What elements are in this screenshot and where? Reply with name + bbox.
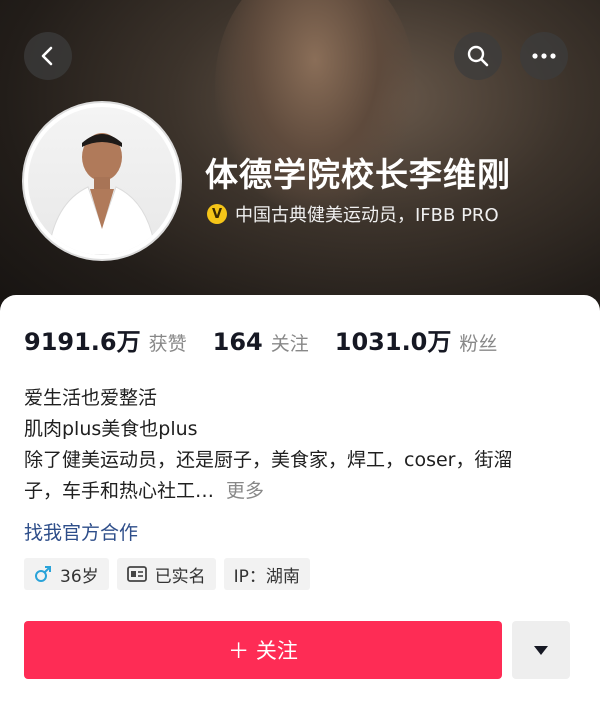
bio-more-link[interactable]: 更多 bbox=[226, 480, 264, 502]
following-label: 关注 bbox=[270, 333, 309, 355]
profile-tags: 36岁 已实名 IP：湖南 bbox=[24, 558, 318, 590]
follow-label: ＋ 关注 bbox=[228, 639, 298, 663]
ip-tag: IP：湖南 bbox=[223, 558, 310, 590]
followers-label: 粉丝 bbox=[459, 333, 498, 355]
search-button[interactable] bbox=[454, 32, 502, 80]
age-tag: 36岁 bbox=[24, 558, 109, 590]
more-horizontal-icon bbox=[532, 53, 556, 59]
bio-line: 肌肉plus美食也plus bbox=[24, 418, 198, 440]
cooperation-link[interactable]: 找我官方合作 bbox=[24, 518, 138, 545]
avatar-image bbox=[28, 107, 176, 255]
bio-line: 除了健美运动员，还是厨子，美食家，焊工，coser，街溜 bbox=[24, 449, 513, 471]
likes-label: 获赞 bbox=[148, 333, 187, 355]
following-count[interactable]: 164 bbox=[213, 328, 263, 356]
follow-button[interactable]: ＋ 关注 bbox=[24, 621, 502, 679]
ip-text: IP：湖南 bbox=[233, 566, 300, 587]
bio-line-last: 子，车手和热心社工… 更多 bbox=[24, 476, 584, 507]
caret-down-icon bbox=[534, 646, 548, 655]
avatar[interactable] bbox=[24, 103, 180, 259]
search-icon bbox=[467, 45, 489, 67]
recommend-dropdown-button[interactable] bbox=[512, 621, 570, 679]
followers-count[interactable]: 1031.0万 bbox=[335, 322, 452, 357]
bio-line: 爱生活也爱整活 bbox=[24, 387, 158, 409]
verified-badge-icon: V bbox=[207, 204, 227, 224]
stats-row: 9191.6万 获赞 164 关注 1031.0万 粉丝 bbox=[24, 322, 523, 357]
profile-name: 体德学院校长李维刚 bbox=[205, 155, 511, 194]
male-icon bbox=[35, 566, 51, 582]
more-button[interactable] bbox=[520, 32, 568, 80]
verification-text: 中国古典健美运动员，IFBB PRO bbox=[235, 205, 499, 226]
realname-tag: 已实名 bbox=[116, 558, 216, 590]
back-button[interactable] bbox=[24, 32, 72, 80]
bio-line-text: 子，车手和热心社工… bbox=[24, 480, 215, 502]
likes-count[interactable]: 9191.6万 bbox=[24, 322, 141, 357]
avatar-portrait bbox=[47, 133, 157, 255]
id-card-icon bbox=[126, 566, 147, 582]
verification-info: V 中国古典健美运动员，IFBB PRO bbox=[207, 201, 499, 227]
bio: 爱生活也爱整活 肌肉plus美食也plus 除了健美运动员，还是厨子，美食家，焊… bbox=[24, 383, 584, 507]
chevron-left-icon bbox=[41, 46, 53, 66]
age-text: 36岁 bbox=[60, 566, 99, 587]
realname-text: 已实名 bbox=[154, 566, 206, 587]
